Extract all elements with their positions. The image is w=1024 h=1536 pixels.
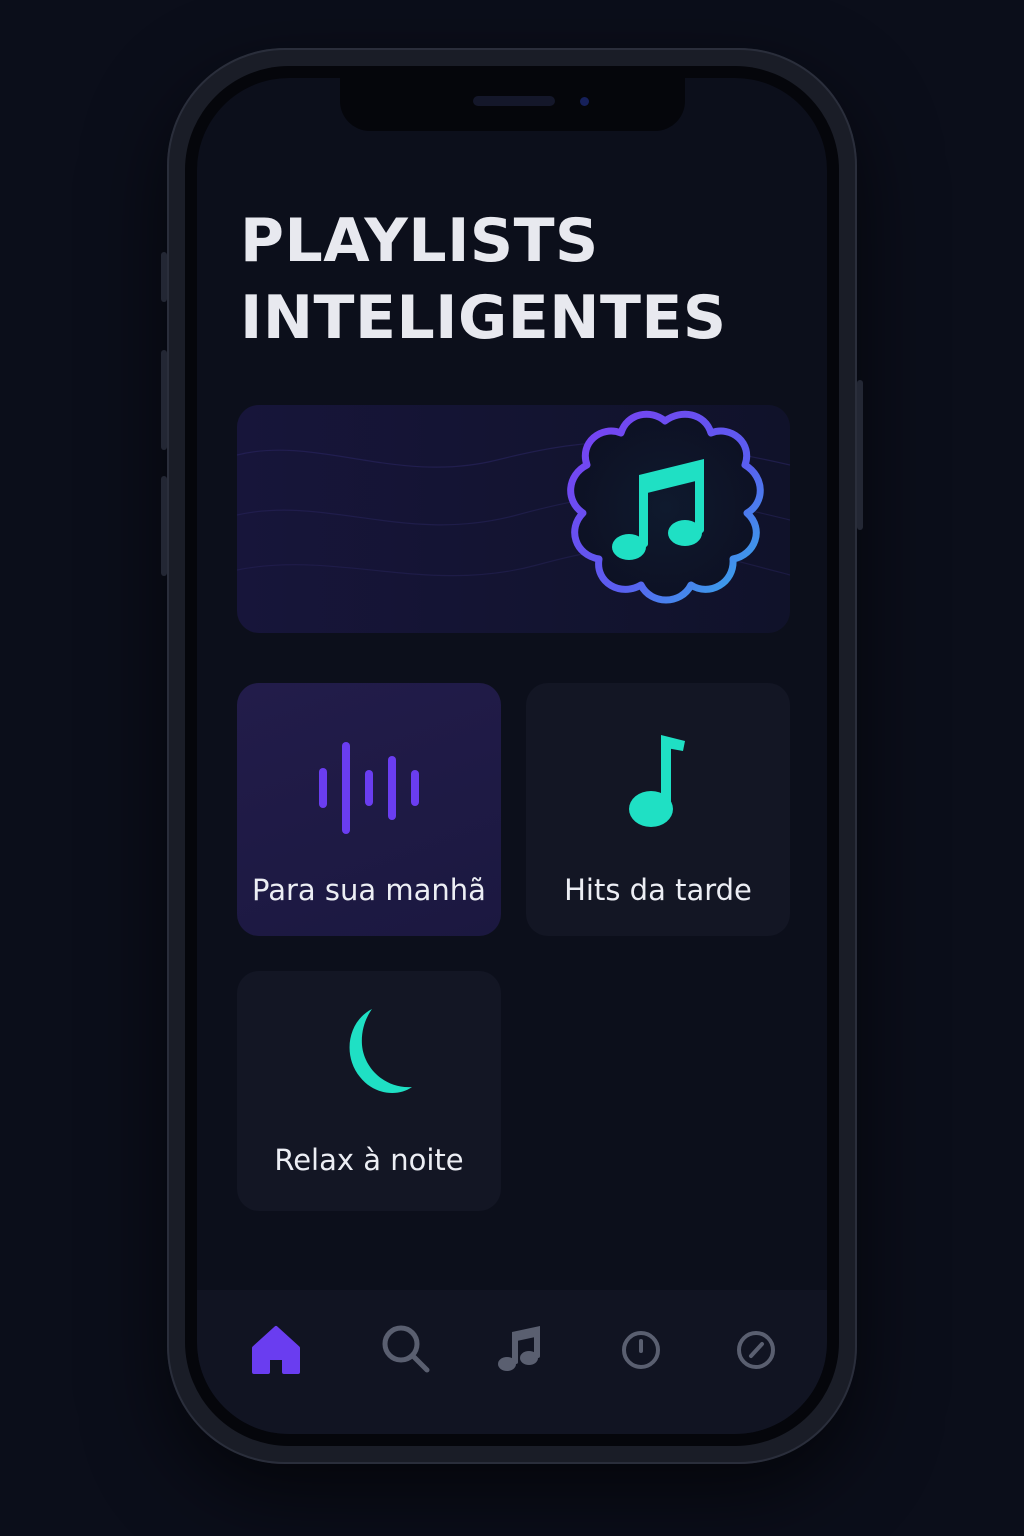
notch [340,78,685,131]
featured-playlist-banner[interactable] [237,405,790,633]
search-icon[interactable] [377,1320,433,1376]
bottom-tab-bar [197,1290,827,1434]
playlist-card-night[interactable]: Relax à noite [237,971,501,1211]
home-icon[interactable] [248,1320,304,1376]
compass-icon[interactable] [728,1320,784,1376]
volume-down-button [161,476,167,576]
playlist-card-afternoon-label: Hits da tarde [564,873,752,907]
music-note-icon [629,735,685,827]
power-button [857,380,863,530]
music-note-icon[interactable] [494,1320,550,1376]
front-camera [580,97,589,106]
phone-screen: PLAYLISTS INTELIGENTES Para sua manhã Hi… [197,78,827,1434]
playlist-card-morning-label: Para sua manhã [252,873,486,907]
crescent-moon-icon [349,1009,412,1093]
playlist-card-afternoon[interactable]: Hits da tarde [526,683,790,936]
mute-switch [161,252,167,302]
page-title-line2: INTELIGENTES [240,283,727,353]
clock-icon[interactable] [613,1320,669,1376]
page-title: PLAYLISTS INTELIGENTES [240,203,727,357]
music-note-cloud-icon [567,410,764,604]
playlist-card-night-label: Relax à noite [274,1143,464,1177]
page-title-line1: PLAYLISTS [240,206,599,276]
playlist-card-morning[interactable]: Para sua manhã [237,683,501,936]
volume-up-button [161,350,167,450]
speaker-grille [473,96,555,106]
sound-wave-icon [319,742,419,834]
